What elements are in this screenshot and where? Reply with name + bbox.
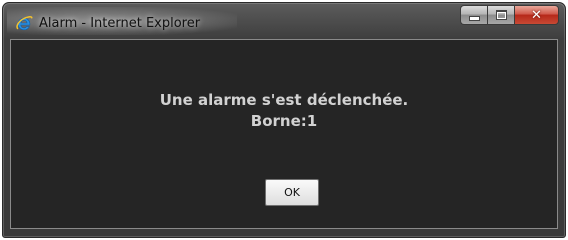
close-icon: ✕ bbox=[531, 7, 542, 23]
window-title: Alarm - Internet Explorer bbox=[39, 16, 201, 31]
internet-explorer-icon bbox=[15, 15, 33, 33]
alarm-message-line-2: Borne:1 bbox=[250, 112, 318, 130]
minimize-icon bbox=[468, 15, 480, 21]
maximize-button[interactable] bbox=[487, 5, 514, 25]
close-button[interactable]: ✕ bbox=[514, 5, 559, 25]
alarm-dialog-content: Une alarme s'est déclenchée. Borne:1 OK bbox=[10, 39, 558, 229]
maximize-icon bbox=[495, 10, 507, 20]
alarm-message-line-1: Une alarme s'est déclenchée. bbox=[159, 91, 409, 109]
title-bar[interactable]: Alarm - Internet Explorer ✕ bbox=[3, 3, 565, 39]
caption-buttons: ✕ bbox=[460, 5, 559, 26]
browser-window: Alarm - Internet Explorer ✕ Une alarme s… bbox=[2, 2, 566, 238]
ok-button[interactable]: OK bbox=[265, 179, 319, 206]
minimize-button[interactable] bbox=[460, 5, 487, 25]
alarm-message: Une alarme s'est déclenchée. Borne:1 bbox=[11, 90, 557, 132]
